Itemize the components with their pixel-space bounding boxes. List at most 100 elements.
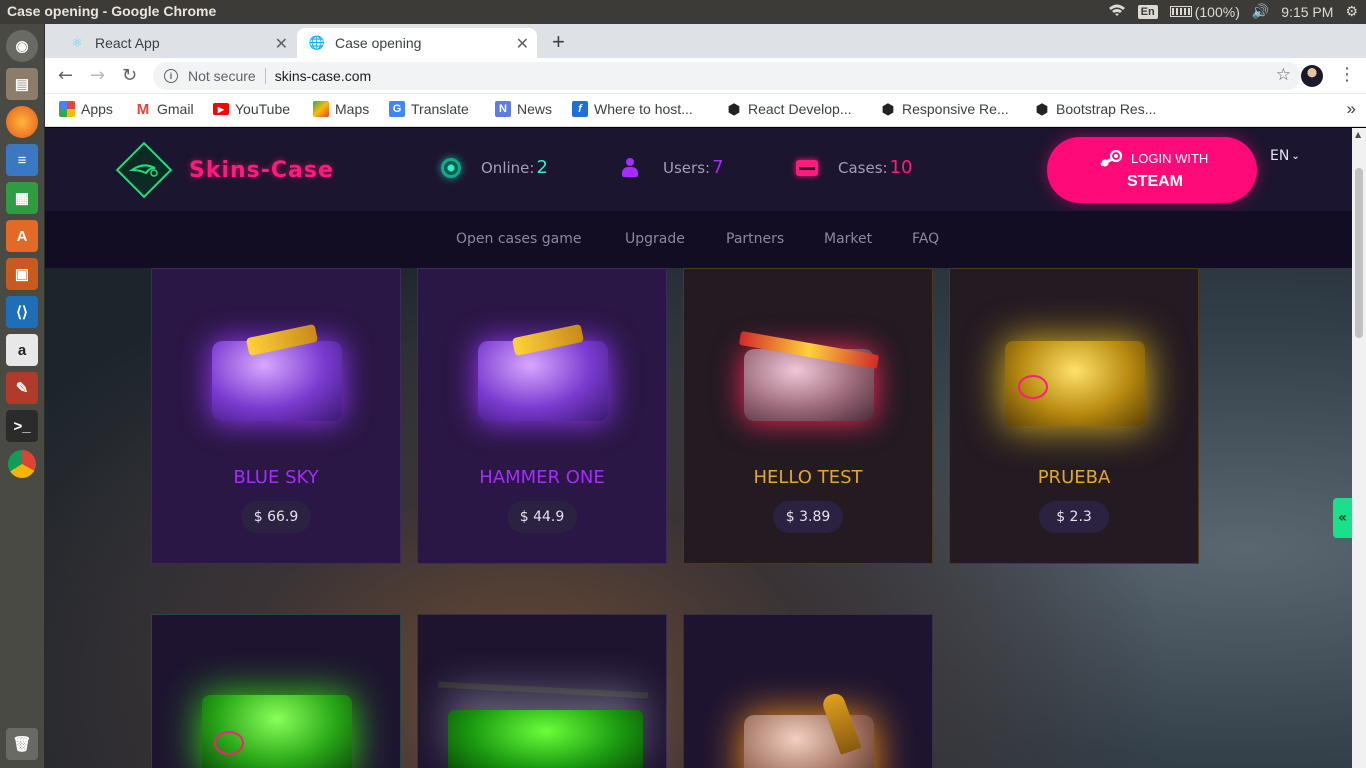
- bookmark-gmail[interactable]: M Gmail: [135, 100, 194, 118]
- browser-tab-strip: ⚛ React App ✕ 🌐 Case opening ✕ +: [45, 24, 1366, 58]
- bookmark-react-develop[interactable]: ⬢ React Develop...: [726, 101, 852, 118]
- case-card-orange[interactable]: [683, 614, 933, 768]
- online-icon: [441, 157, 461, 178]
- impress-icon[interactable]: ▣: [6, 258, 38, 290]
- globe-icon: 🌐: [308, 35, 326, 50]
- volume-icon[interactable]: 🔊: [1252, 3, 1269, 20]
- close-icon[interactable]: ✕: [275, 34, 288, 54]
- back-icon[interactable]: ←: [58, 65, 73, 86]
- online-stat: Online: 2: [441, 157, 548, 178]
- bookmark-label: Gmail: [157, 101, 194, 117]
- vscode-icon[interactable]: ⟨⟩: [6, 296, 38, 328]
- case-card-hammer-one[interactable]: HAMMER ONE $ 44.9: [417, 268, 667, 564]
- case-card-green-long[interactable]: [417, 614, 667, 768]
- menu-dots-icon[interactable]: ⋮: [1338, 64, 1356, 85]
- language-selector[interactable]: EN ⌄: [1270, 148, 1300, 164]
- youtube-icon: ▶: [213, 103, 229, 115]
- firefox-icon[interactable]: [6, 106, 38, 138]
- nav-open-cases-game[interactable]: Open cases game: [456, 231, 582, 247]
- bookmarks-bar: Apps M Gmail ▶ YouTube Maps G Translate …: [45, 94, 1366, 127]
- bookmark-label: React Develop...: [748, 101, 852, 117]
- site-logo[interactable]: Skins-Case: [113, 140, 393, 202]
- case-image: [468, 319, 618, 439]
- codepen-icon: ⬢: [881, 100, 895, 117]
- tab-title: React App: [95, 35, 160, 51]
- case-image: [734, 319, 884, 439]
- bookmark-responsive-re[interactable]: ⬢ Responsive Re...: [880, 100, 1009, 118]
- address-bar[interactable]: i Not secure skins-case.com ☆: [153, 62, 1301, 90]
- login-steam-button[interactable]: LOGIN WITH STEAM: [1047, 137, 1257, 203]
- profile-avatar[interactable]: [1301, 65, 1323, 87]
- nav-market[interactable]: Market: [824, 231, 872, 247]
- terminal-icon[interactable]: >_: [6, 410, 38, 442]
- f-icon: f: [572, 101, 588, 117]
- translate-icon: G: [389, 101, 405, 117]
- nav-upgrade[interactable]: Upgrade: [625, 231, 685, 247]
- battery-icon: [1169, 6, 1192, 17]
- nav-faq[interactable]: FAQ: [912, 231, 939, 247]
- case-price: $ 66.9: [241, 501, 311, 533]
- tab-react-app[interactable]: ⚛ React App ✕: [57, 28, 296, 58]
- calc-icon[interactable]: ▦: [6, 182, 38, 214]
- bookmark-news[interactable]: N News: [495, 101, 552, 117]
- case-card-prueba[interactable]: PRUEBA $ 2.3: [949, 268, 1199, 564]
- case-card-green[interactable]: [151, 614, 401, 768]
- system-settings-icon[interactable]: ✎: [6, 372, 38, 404]
- new-tab-button[interactable]: +: [552, 29, 565, 55]
- bookmark-where-to-host[interactable]: f Where to host...: [572, 101, 693, 117]
- bookmark-apps[interactable]: Apps: [59, 101, 113, 117]
- url-text[interactable]: skins-case.com: [275, 68, 371, 84]
- login-line1: LOGIN WITH: [1131, 151, 1209, 166]
- bookmark-star-icon[interactable]: ☆: [1276, 65, 1291, 85]
- tab-case-opening[interactable]: 🌐 Case opening ✕: [297, 28, 537, 58]
- site-header: Skins-Case Online: 2 Users: 7 Cases: 10: [45, 128, 1352, 211]
- writer-icon[interactable]: ≡: [6, 144, 38, 176]
- reload-icon[interactable]: ↻: [122, 65, 137, 86]
- info-icon[interactable]: i: [164, 69, 178, 83]
- app-launcher: ◉ ▤ ≡ ▦ A ▣ ⟨⟩ a ✎ >_ 🗑: [0, 24, 45, 768]
- scroll-up-icon[interactable]: ▲: [1355, 130, 1361, 139]
- online-value: 2: [536, 157, 548, 178]
- bookmark-label: Apps: [81, 101, 113, 117]
- case-card-hello-test[interactable]: HELLO TEST $ 3.89: [683, 268, 933, 564]
- chrome-icon[interactable]: [6, 448, 38, 480]
- more-bookmarks-button[interactable]: »: [1347, 99, 1356, 119]
- settings-gear-icon[interactable]: ⚙: [1345, 3, 1358, 20]
- case-image: [734, 685, 884, 768]
- ubuntu-dash-icon[interactable]: ◉: [6, 30, 38, 62]
- bookmark-maps[interactable]: Maps: [313, 101, 369, 117]
- codepen-icon: ⬢: [1035, 100, 1049, 117]
- files-icon[interactable]: ▤: [6, 68, 38, 100]
- wifi-icon[interactable]: [1108, 3, 1126, 20]
- battery-indicator[interactable]: (100%): [1169, 3, 1240, 20]
- chevron-down-icon: ⌄: [1291, 150, 1300, 162]
- clock[interactable]: 9:15 PM: [1281, 4, 1333, 20]
- bookmark-label: Where to host...: [594, 101, 693, 117]
- keyboard-layout-indicator[interactable]: En: [1137, 4, 1158, 19]
- close-icon[interactable]: ✕: [516, 34, 529, 54]
- bookmark-youtube[interactable]: ▶ YouTube: [213, 101, 290, 117]
- bookmark-bootstrap-res[interactable]: ⬢ Bootstrap Res...: [1034, 100, 1157, 118]
- gmail-icon: M: [136, 100, 150, 118]
- trash-icon[interactable]: 🗑: [6, 728, 38, 760]
- system-tray: En (100%) 🔊 9:15 PM ⚙: [1108, 3, 1358, 20]
- bookmark-label: Translate: [411, 101, 469, 117]
- online-label: Online:: [481, 158, 535, 177]
- language-code: EN: [1270, 148, 1290, 164]
- case-card-blue-sky[interactable]: BLUE SKY $ 66.9: [151, 268, 401, 564]
- forward-icon[interactable]: →: [90, 65, 105, 86]
- news-icon: N: [495, 101, 511, 117]
- amazon-icon[interactable]: a: [6, 334, 38, 366]
- users-label: Users:: [663, 158, 711, 177]
- battery-percent: (100%): [1194, 3, 1240, 20]
- software-center-icon[interactable]: A: [6, 220, 38, 252]
- chevrons-left-icon: «: [1337, 510, 1348, 526]
- side-panel-toggle[interactable]: «: [1333, 498, 1352, 538]
- nav-partners[interactable]: Partners: [726, 231, 784, 247]
- scrollbar-thumb[interactable]: [1355, 168, 1363, 338]
- bookmark-translate[interactable]: G Translate: [389, 101, 469, 117]
- page-scrollbar[interactable]: ▲: [1352, 128, 1366, 768]
- case-name: PRUEBA: [1037, 467, 1111, 488]
- site-nav: Open cases game Upgrade Partners Market …: [45, 211, 1352, 268]
- maps-icon: [313, 101, 329, 117]
